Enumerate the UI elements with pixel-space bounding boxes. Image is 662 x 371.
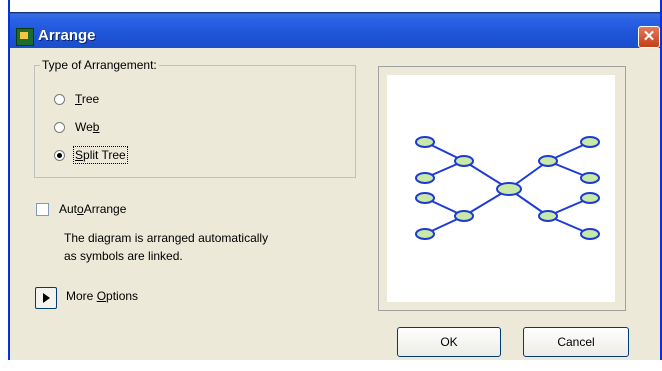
preview-nodes [415,136,600,240]
radio-split-tree[interactable]: Split Tree [54,146,128,164]
window-title: Arrange [38,27,96,44]
auto-arrange-description: The diagram is arranged automatically as… [64,231,269,263]
radio-button[interactable] [54,121,65,133]
close-button[interactable]: ✕ [638,26,660,48]
auto-arrange-checkbox[interactable]: AutoArrange [36,202,126,216]
diagram-node [580,192,600,204]
diagram-node [496,182,522,196]
radio-tree-label: Tree [75,92,100,106]
arrangement-type-legend: Type of Arrangement: [42,58,157,72]
diagram-node [538,210,558,222]
diagram-node [580,136,600,148]
radio-split-tree-label: Split Tree [73,146,128,164]
more-options-label[interactable]: More Options [66,289,138,303]
diagram-node [415,192,435,204]
arrangement-preview [378,66,626,311]
diagram-node [415,172,435,184]
diagram-node [454,155,474,167]
split-tree-diagram [415,136,600,240]
ok-button[interactable]: OK [397,327,501,357]
diagram-node [580,172,600,184]
radio-web[interactable]: Web [54,120,99,134]
background-strip-bottom [0,360,662,371]
radio-button[interactable] [54,93,65,105]
preview-canvas [387,75,615,302]
auto-arrange-label: AutoArrange [59,202,127,216]
diagram-node [415,136,435,148]
background-strip-left [0,0,8,371]
diagram-node [580,228,600,240]
radio-tree[interactable]: Tree [54,92,99,106]
checkbox-box[interactable] [36,202,49,216]
close-icon: ✕ [642,28,656,45]
diagram-node [538,155,558,167]
more-options-button[interactable] [35,287,57,309]
title-bar[interactable]: Arrange ✕ [10,0,660,48]
diagram-node [415,228,435,240]
app-icon [16,28,34,46]
radio-web-label: Web [75,120,100,134]
diagram-node [454,210,474,222]
radio-button[interactable] [54,149,65,161]
cancel-button[interactable]: Cancel [523,327,629,357]
expand-arrow-icon [42,293,50,303]
